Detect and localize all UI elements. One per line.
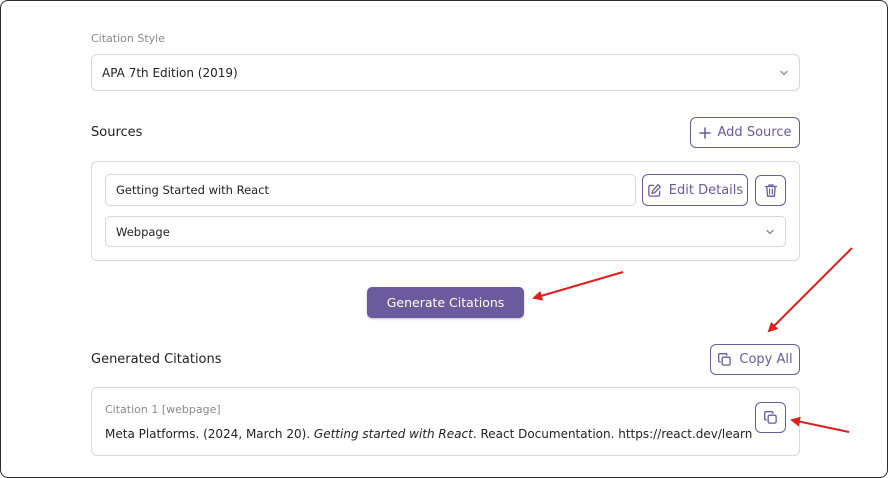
sources-title: Sources bbox=[91, 125, 143, 140]
edit-details-label: Edit Details bbox=[668, 182, 744, 198]
arrow-to-copy-citation bbox=[790, 416, 850, 433]
citation-style-value: APA 7th Edition (2019) bbox=[102, 65, 238, 80]
citation-card bbox=[91, 387, 800, 456]
generated-citations-title: Generated Citations bbox=[91, 352, 222, 367]
add-source-label: Add Source bbox=[717, 125, 792, 140]
chevron-down-icon bbox=[779, 68, 789, 78]
trash-icon bbox=[764, 183, 778, 198]
arrow-to-generate bbox=[532, 271, 624, 301]
copy-citation-button[interactable] bbox=[755, 402, 786, 433]
source-type-value: Webpage bbox=[116, 224, 170, 239]
citation-text: Meta Platforms. (2024, March 20). Gettin… bbox=[105, 427, 752, 441]
delete-source-button[interactable] bbox=[755, 175, 786, 206]
citation-text-after: . React Documentation. https://react.dev… bbox=[472, 427, 753, 441]
source-title-value: Getting Started with React bbox=[116, 183, 270, 197]
plus-icon bbox=[698, 126, 711, 139]
copy-icon bbox=[763, 410, 778, 425]
citation-meta: Citation 1 [webpage] bbox=[105, 403, 221, 416]
copy-all-button[interactable]: Copy All bbox=[710, 344, 800, 375]
citation-style-label: Citation Style bbox=[91, 32, 165, 45]
add-source-button[interactable]: Add Source bbox=[690, 117, 800, 148]
source-type-select[interactable]: Webpage bbox=[105, 216, 786, 247]
citation-text-title: Getting started with React bbox=[313, 427, 473, 441]
generate-citations-button[interactable]: Generate Citations bbox=[367, 287, 524, 318]
citation-generator-panel: Citation Style APA 7th Edition (2019) So… bbox=[0, 0, 888, 478]
citation-text-before: Meta Platforms. (2024, March 20). bbox=[105, 427, 314, 441]
copy-all-label: Copy All bbox=[739, 352, 793, 367]
chevron-down-icon bbox=[765, 227, 775, 237]
copy-icon bbox=[717, 352, 732, 367]
source-title-input[interactable]: Getting Started with React bbox=[105, 174, 636, 206]
citation-style-select[interactable]: APA 7th Edition (2019) bbox=[91, 54, 800, 91]
edit-icon bbox=[647, 183, 662, 198]
edit-details-button[interactable]: Edit Details bbox=[642, 174, 748, 206]
